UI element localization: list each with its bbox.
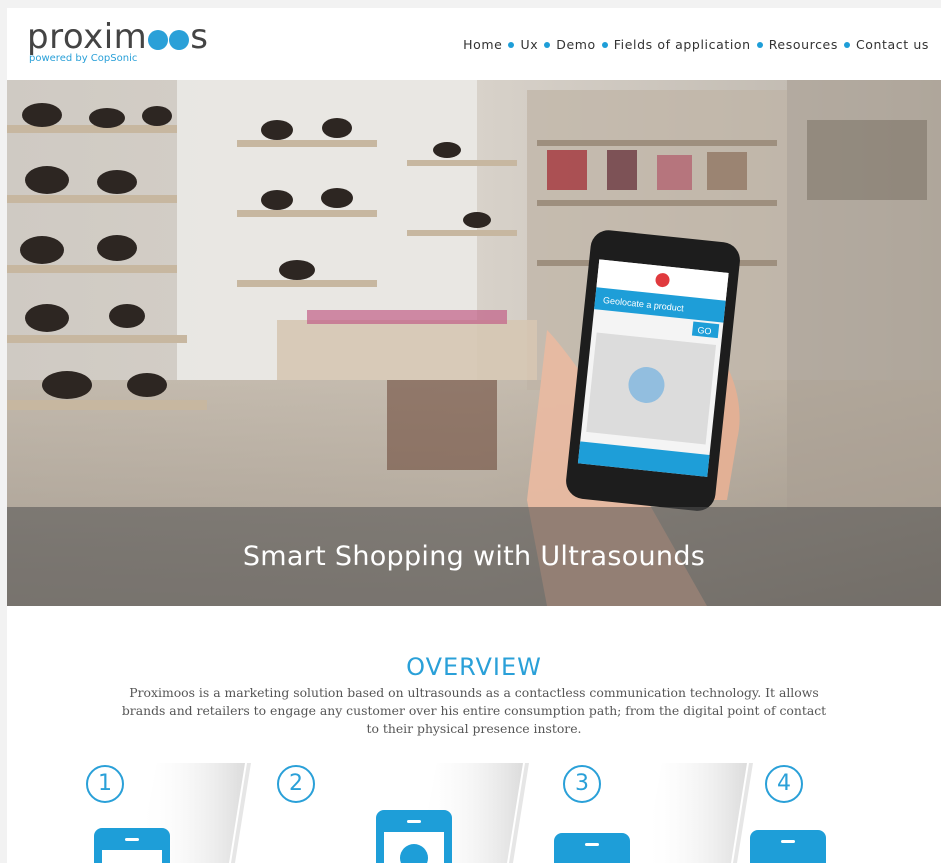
main-nav: Home Ux Demo Fields of application Resou… [463,37,929,52]
step-1-phone-icon [94,828,170,863]
nav-separator-dot [544,41,551,48]
logo-text-left: proxim [27,17,148,57]
logo-wordmark: proxim s [27,20,208,54]
overview-description: Proximoos is a marketing solution based … [121,685,827,736]
steps-section: 1 2 3 4 [7,763,941,863]
nav-demo[interactable]: Demo [556,37,596,52]
logo-sound-icon [148,27,190,50]
nav-fields-of-application[interactable]: Fields of application [614,37,751,52]
hero-title: Smart Shopping with Ultrasounds [242,541,706,572]
step-2-phone-icon [376,810,452,863]
site-header: proxim s powered by CopSonic Home Ux Dem… [7,8,941,80]
nav-contact-us[interactable]: Contact us [856,37,929,52]
overview-heading: OVERVIEW [406,653,542,681]
logo[interactable]: proxim s powered by CopSonic [27,20,208,64]
nav-resources[interactable]: Resources [769,37,838,52]
hero-banner: Geolocate a product GO Smart Shopping wi… [7,80,941,606]
nav-home[interactable]: Home [463,37,502,52]
nav-separator-dot [843,41,850,48]
nav-separator-dot [601,41,608,48]
phone-go-button: GO [697,325,712,336]
page: proxim s powered by CopSonic Home Ux Dem… [7,8,941,863]
nav-separator-dot [756,41,763,48]
logo-tagline: powered by CopSonic [29,53,138,64]
nav-separator-dot [508,41,515,48]
nav-ux[interactable]: Ux [520,37,538,52]
step-3-phone-icon [554,833,630,863]
logo-text-right: s [190,17,209,57]
step-4-phone-icon [750,830,826,863]
